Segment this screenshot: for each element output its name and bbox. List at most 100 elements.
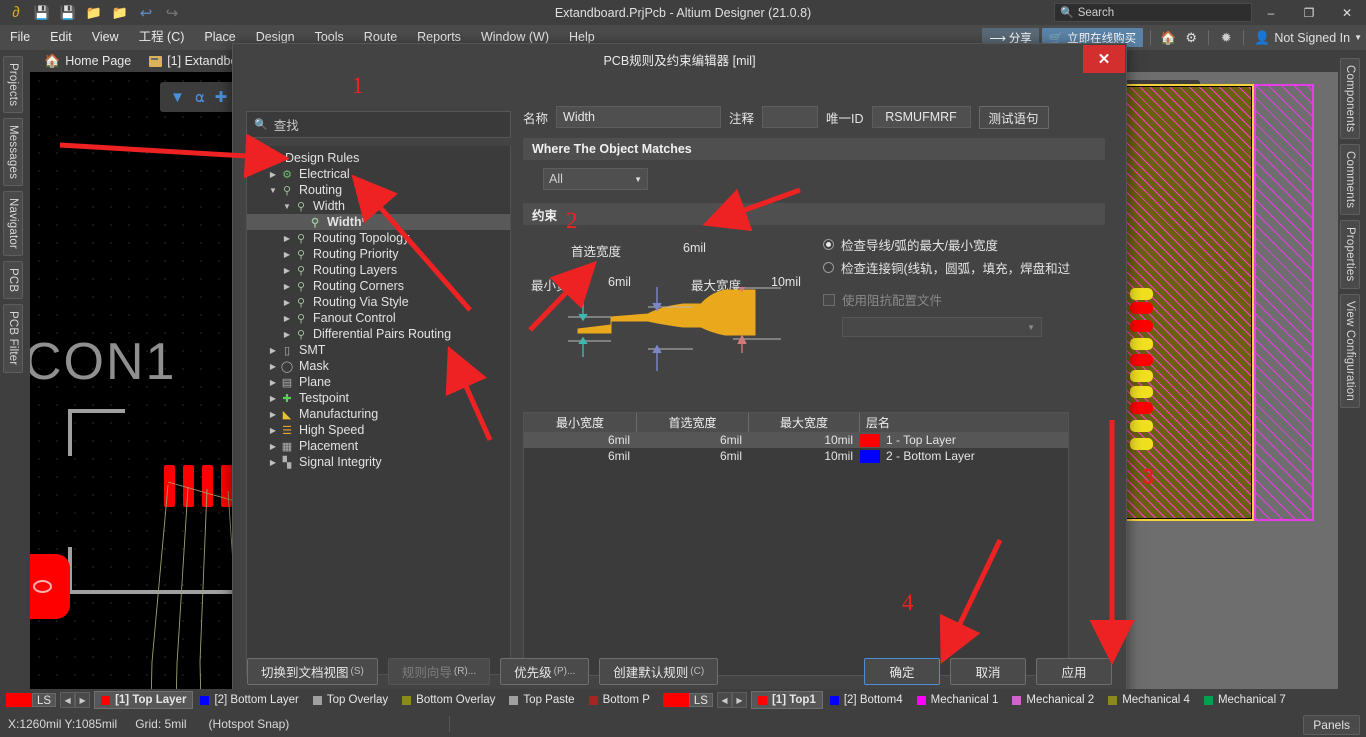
tree-item-width-rule[interactable]: ⚲ Width* — [247, 214, 510, 230]
ok-button[interactable]: 确定 — [864, 657, 940, 685]
pcb-pad[interactable] — [1130, 386, 1153, 398]
column-header-preferred-width[interactable]: 首选宽度 — [637, 413, 749, 432]
chevron-right-icon[interactable]: ▶ — [267, 362, 279, 371]
tree-item-placement[interactable]: ▶ ▦ Placement — [247, 438, 510, 454]
apply-button[interactable]: 应用 — [1036, 657, 1112, 685]
radio-button[interactable] — [823, 239, 834, 250]
maximize-button[interactable]: ❐ — [1290, 0, 1328, 25]
pcb-pad[interactable] — [1130, 288, 1153, 300]
magnet-icon[interactable]: ⍺ — [195, 88, 205, 106]
test-query-button[interactable]: 测试语句 — [978, 105, 1049, 129]
chevron-right-icon[interactable]: ▶ — [267, 346, 279, 355]
cancel-button[interactable]: 取消 — [950, 657, 1026, 685]
chevron-right-icon[interactable]: ▶ — [281, 234, 293, 243]
impedance-profile-select[interactable]: ▼ — [842, 317, 1042, 337]
sidebar-item-projects[interactable]: Projects — [3, 56, 23, 114]
chevron-right-icon[interactable]: ▶ — [267, 170, 279, 179]
menu-project[interactable]: 工程 (C) — [129, 25, 195, 50]
chevron-right-icon[interactable]: ▶ — [267, 378, 279, 387]
rule-wizard-button[interactable]: 规则向导 (R)... — [387, 657, 491, 685]
tree-item-routing[interactable]: ▼ ⚲ Routing — [247, 182, 510, 198]
tree-item-signal-integrity[interactable]: ▶ ▚ Signal Integrity — [247, 454, 510, 470]
sidebar-item-pcb[interactable]: PCB — [3, 261, 23, 300]
chevron-right-icon[interactable]: ▶ — [281, 282, 293, 291]
chevron-right-icon[interactable]: ▶ — [281, 298, 293, 307]
tree-item-width-group[interactable]: ▼ ⚲ Width — [247, 198, 510, 214]
filter-icon[interactable]: ▼ — [170, 89, 185, 106]
tree-item-electrical[interactable]: ▶ ⚙ Electrical — [247, 166, 510, 182]
chevron-right-icon[interactable]: ▶ — [267, 442, 279, 451]
layer-tab-bottom-layer[interactable]: [2] Bottom Layer — [193, 691, 305, 709]
chevron-down-icon[interactable]: ▼ — [267, 186, 279, 195]
layer-tab-top-overlay[interactable]: Top Overlay — [306, 691, 395, 709]
layer-tab-mechanical-1[interactable]: Mechanical 1 — [910, 691, 1006, 709]
chevron-right-icon[interactable]: ▶ — [267, 458, 279, 467]
layer-set-left[interactable]: LS — [6, 693, 57, 707]
dialog-close-button[interactable]: ✕ — [1083, 45, 1125, 73]
rule-comment-input[interactable] — [762, 106, 819, 128]
table-row[interactable]: 6mil 6mil 10mil 2 - Bottom Layer — [524, 448, 1068, 464]
tab-home-page[interactable]: 🏠 Home Page — [36, 50, 139, 72]
sidebar-item-messages[interactable]: Messages — [3, 118, 23, 187]
layer-tab-top1[interactable]: [1] Top1 — [750, 691, 823, 709]
tree-item-routing-layers[interactable]: ▶ ⚲ Routing Layers — [247, 262, 510, 278]
tree-item-fanout-control[interactable]: ▶ ⚲ Fanout Control — [247, 310, 510, 326]
wand-icon[interactable]: ✹ — [1216, 28, 1236, 48]
pcb-pad[interactable] — [1130, 438, 1153, 450]
radio-button[interactable] — [823, 262, 834, 273]
chevron-right-icon[interactable]: ▶ — [281, 250, 293, 259]
pcb-pad[interactable] — [1130, 354, 1153, 366]
scroll-left-button[interactable]: ◀ — [716, 692, 732, 708]
crosshair-icon[interactable]: ✚ — [215, 88, 228, 106]
gear-icon[interactable]: ⚙ — [1181, 28, 1201, 48]
unique-id-input[interactable]: RSMUFMRF — [871, 106, 971, 128]
chevron-right-icon[interactable]: ▶ — [267, 410, 279, 419]
chevron-right-icon[interactable]: ▶ — [267, 426, 279, 435]
pcb-pad[interactable] — [1130, 370, 1153, 382]
search-input[interactable]: 🔍 查找 — [246, 111, 511, 138]
tree-item-routing-via-style[interactable]: ▶ ⚲ Routing Via Style — [247, 294, 510, 310]
layer-tab-bottom-overlay[interactable]: Bottom Overlay — [395, 691, 502, 709]
scope-select[interactable]: All ▼ — [543, 168, 648, 190]
account-button[interactable]: 👤 Not Signed In ▼ — [1251, 30, 1362, 46]
tree-item-design-rules[interactable]: ▼ ▦ Design Rules — [247, 150, 510, 166]
column-header-layer-name[interactable]: 层名 — [860, 413, 1068, 432]
rule-name-input[interactable]: Width — [556, 106, 722, 128]
radio-check-track-arc-width[interactable]: 检查导线/弧的最大/最小宽度 — [823, 235, 1103, 254]
menu-view[interactable]: View — [82, 25, 129, 50]
sidebar-item-comments[interactable]: Comments — [1340, 144, 1360, 216]
tree-item-differential-pairs-routing[interactable]: ▶ ⚲ Differential Pairs Routing — [247, 326, 510, 342]
tree-item-routing-topology[interactable]: ▶ ⚲ Routing Topology — [247, 230, 510, 246]
checkbox-use-impedance-profile[interactable]: 使用阻抗配置文件 — [823, 290, 1103, 309]
pcb-pad[interactable] — [1130, 338, 1153, 350]
pcb-pad[interactable] — [1130, 302, 1153, 314]
sidebar-item-properties[interactable]: Properties — [1340, 220, 1360, 289]
column-header-max-width[interactable]: 最大宽度 — [749, 413, 860, 432]
tree-item-routing-priority[interactable]: ▶ ⚲ Routing Priority — [247, 246, 510, 262]
scroll-left-button[interactable]: ◀ — [60, 692, 76, 708]
tree-item-testpoint[interactable]: ▶ ✚ Testpoint — [247, 390, 510, 406]
tree-item-mask[interactable]: ▶ ◯ Mask — [247, 358, 510, 374]
switch-to-document-view-button[interactable]: 切换到文档视图 (S) — [247, 657, 378, 685]
chevron-right-icon[interactable]: ▶ — [281, 314, 293, 323]
layer-tab-bottom4[interactable]: [2] Bottom4 — [823, 691, 910, 709]
pcb-pad[interactable] — [1130, 402, 1153, 414]
chevron-right-icon[interactable]: ▶ — [281, 266, 293, 275]
layer-tab-top-layer[interactable]: [1] Top Layer — [94, 691, 194, 709]
radio-check-connected-copper[interactable]: 检查连接铜(线轨，圆弧，填充，焊盘和过 — [823, 258, 1103, 277]
scroll-right-button[interactable]: ▶ — [731, 692, 747, 708]
sidebar-item-components[interactable]: Components — [1340, 58, 1360, 140]
width-rules-table[interactable]: 最小宽度 首选宽度 最大宽度 层名 6mil 6mil 10mil 1 - To… — [523, 412, 1069, 676]
menu-edit[interactable]: Edit — [40, 25, 82, 50]
rules-tree[interactable]: ▼ ▦ Design Rules ▶ ⚙ Electrical ▼ ⚲ Rout… — [246, 146, 511, 675]
menu-file[interactable]: File — [0, 25, 40, 50]
tree-item-smt[interactable]: ▶ ▯ SMT — [247, 342, 510, 358]
tree-item-plane[interactable]: ▶ ▤ Plane — [247, 374, 510, 390]
tree-item-manufacturing[interactable]: ▶ ◣ Manufacturing — [247, 406, 510, 422]
sidebar-item-pcb-filter[interactable]: PCB Filter — [3, 304, 23, 373]
tree-item-routing-corners[interactable]: ▶ ⚲ Routing Corners — [247, 278, 510, 294]
table-row[interactable]: 6mil 6mil 10mil 1 - Top Layer — [524, 432, 1068, 448]
priority-button[interactable]: 优先级 (P)... — [500, 657, 590, 685]
pcb-rules-dialog[interactable]: PCB规则及约束编辑器 [mil] ✕ 🔍 查找 ▼ ▦ Design Rule… — [232, 43, 1127, 697]
layer-tab-mechanical-4[interactable]: Mechanical 4 — [1101, 691, 1197, 709]
